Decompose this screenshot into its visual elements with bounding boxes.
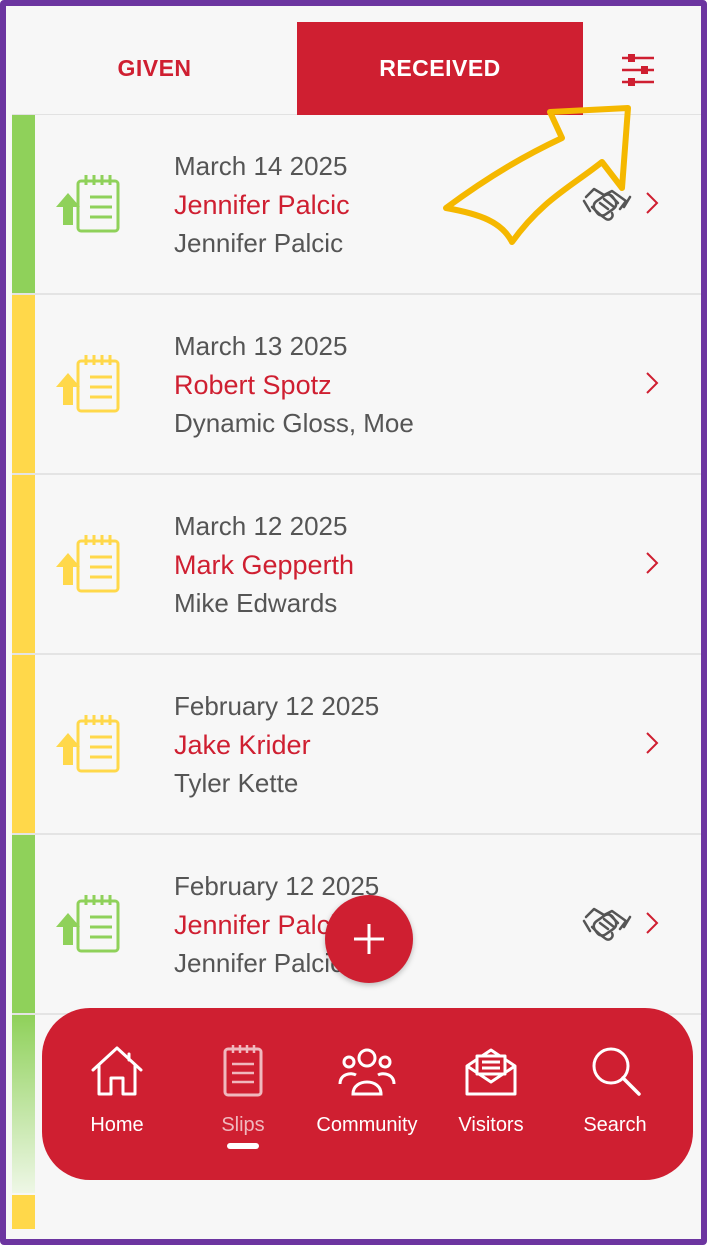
- nav-community[interactable]: Community: [307, 1042, 427, 1152]
- slip-recipient: Jennifer Palcic: [174, 228, 344, 258]
- slip-list-item[interactable]: March 14 2025 Jennifer Palcic Jennifer P…: [12, 115, 701, 295]
- received-slip-icon: [56, 715, 120, 773]
- slip-giver-name: Mark Gepperth: [174, 550, 355, 580]
- chevron-right-icon: [646, 192, 659, 214]
- status-bar: [12, 295, 35, 473]
- tab-received[interactable]: RECEIVED: [297, 22, 583, 115]
- visitors-icon: [465, 1048, 517, 1096]
- slip-date: February 12 2025: [174, 871, 380, 901]
- nav-search[interactable]: Search: [555, 1042, 675, 1152]
- sliders-icon[interactable]: [618, 52, 658, 88]
- slip-list-item[interactable]: March 12 2025 Mark Gepperth Mike Edwards: [12, 475, 701, 655]
- chevron-right-icon: [646, 372, 659, 394]
- slips-icon: [223, 1045, 263, 1097]
- slip-list-item[interactable]: February 12 2025 Jake Krider Tyler Kette: [12, 655, 701, 835]
- slip-recipient: Tyler Kette: [174, 768, 299, 798]
- slip-date: February 12 2025: [174, 691, 380, 721]
- active-nav-indicator: [227, 1143, 259, 1149]
- slip-list: March 14 2025 Jennifer Palcic Jennifer P…: [12, 115, 701, 1015]
- home-icon: [91, 1046, 143, 1096]
- slip-date: March 13 2025: [174, 331, 348, 361]
- status-bar: [12, 115, 35, 293]
- status-bar: [12, 1195, 35, 1229]
- device-frame: GIVEN RECEIVED March 14 2025 Jennifer Pa…: [0, 0, 707, 1245]
- slip-date: March 14 2025: [174, 151, 348, 181]
- nav-home[interactable]: Home: [57, 1042, 177, 1152]
- status-bar: [12, 655, 35, 833]
- slip-date: March 12 2025: [174, 511, 348, 541]
- bottom-nav: Home Slips Community Visitors Search: [42, 1008, 693, 1180]
- slip-recipient: Dynamic Gloss, Moe: [174, 408, 414, 438]
- received-slip-icon: [56, 355, 120, 413]
- nav-slips[interactable]: Slips: [183, 1042, 303, 1152]
- received-slip-icon: [56, 895, 120, 953]
- nav-label: Visitors: [458, 1114, 524, 1136]
- status-bar: [12, 1015, 35, 1193]
- status-bar: [12, 475, 35, 653]
- slip-tabs: GIVEN RECEIVED: [12, 22, 701, 115]
- slip-giver-name: Robert Spotz: [174, 370, 332, 400]
- slip-giver-name: Jennifer Palcic: [174, 190, 350, 220]
- plus-icon: [354, 924, 384, 954]
- nav-label: Slips: [221, 1114, 265, 1136]
- slip-recipient: Mike Edwards: [174, 588, 338, 618]
- slip-list-item[interactable]: March 13 2025 Robert Spotz Dynamic Gloss…: [12, 295, 701, 475]
- nav-label: Search: [583, 1114, 647, 1136]
- chevron-right-icon: [646, 912, 659, 934]
- handshake-icon: [582, 907, 632, 941]
- community-icon: [338, 1048, 396, 1096]
- received-slip-icon: [56, 175, 120, 233]
- received-slip-icon: [56, 535, 120, 593]
- search-icon: [592, 1047, 641, 1096]
- slip-giver-name: Jake Krider: [174, 730, 311, 760]
- nav-label: Community: [316, 1114, 418, 1136]
- tab-given[interactable]: GIVEN: [12, 22, 297, 115]
- slip-recipient: Jennifer Palcic: [174, 948, 344, 978]
- app-screen: GIVEN RECEIVED March 14 2025 Jennifer Pa…: [12, 22, 701, 1229]
- nav-label: Home: [90, 1114, 144, 1136]
- chevron-right-icon: [646, 732, 659, 754]
- nav-visitors[interactable]: Visitors: [431, 1042, 551, 1152]
- add-slip-button[interactable]: [325, 895, 413, 983]
- slip-giver-name: Jennifer Palcic: [174, 910, 350, 940]
- status-bar: [12, 835, 35, 1013]
- chevron-right-icon: [646, 552, 659, 574]
- handshake-icon: [582, 187, 632, 221]
